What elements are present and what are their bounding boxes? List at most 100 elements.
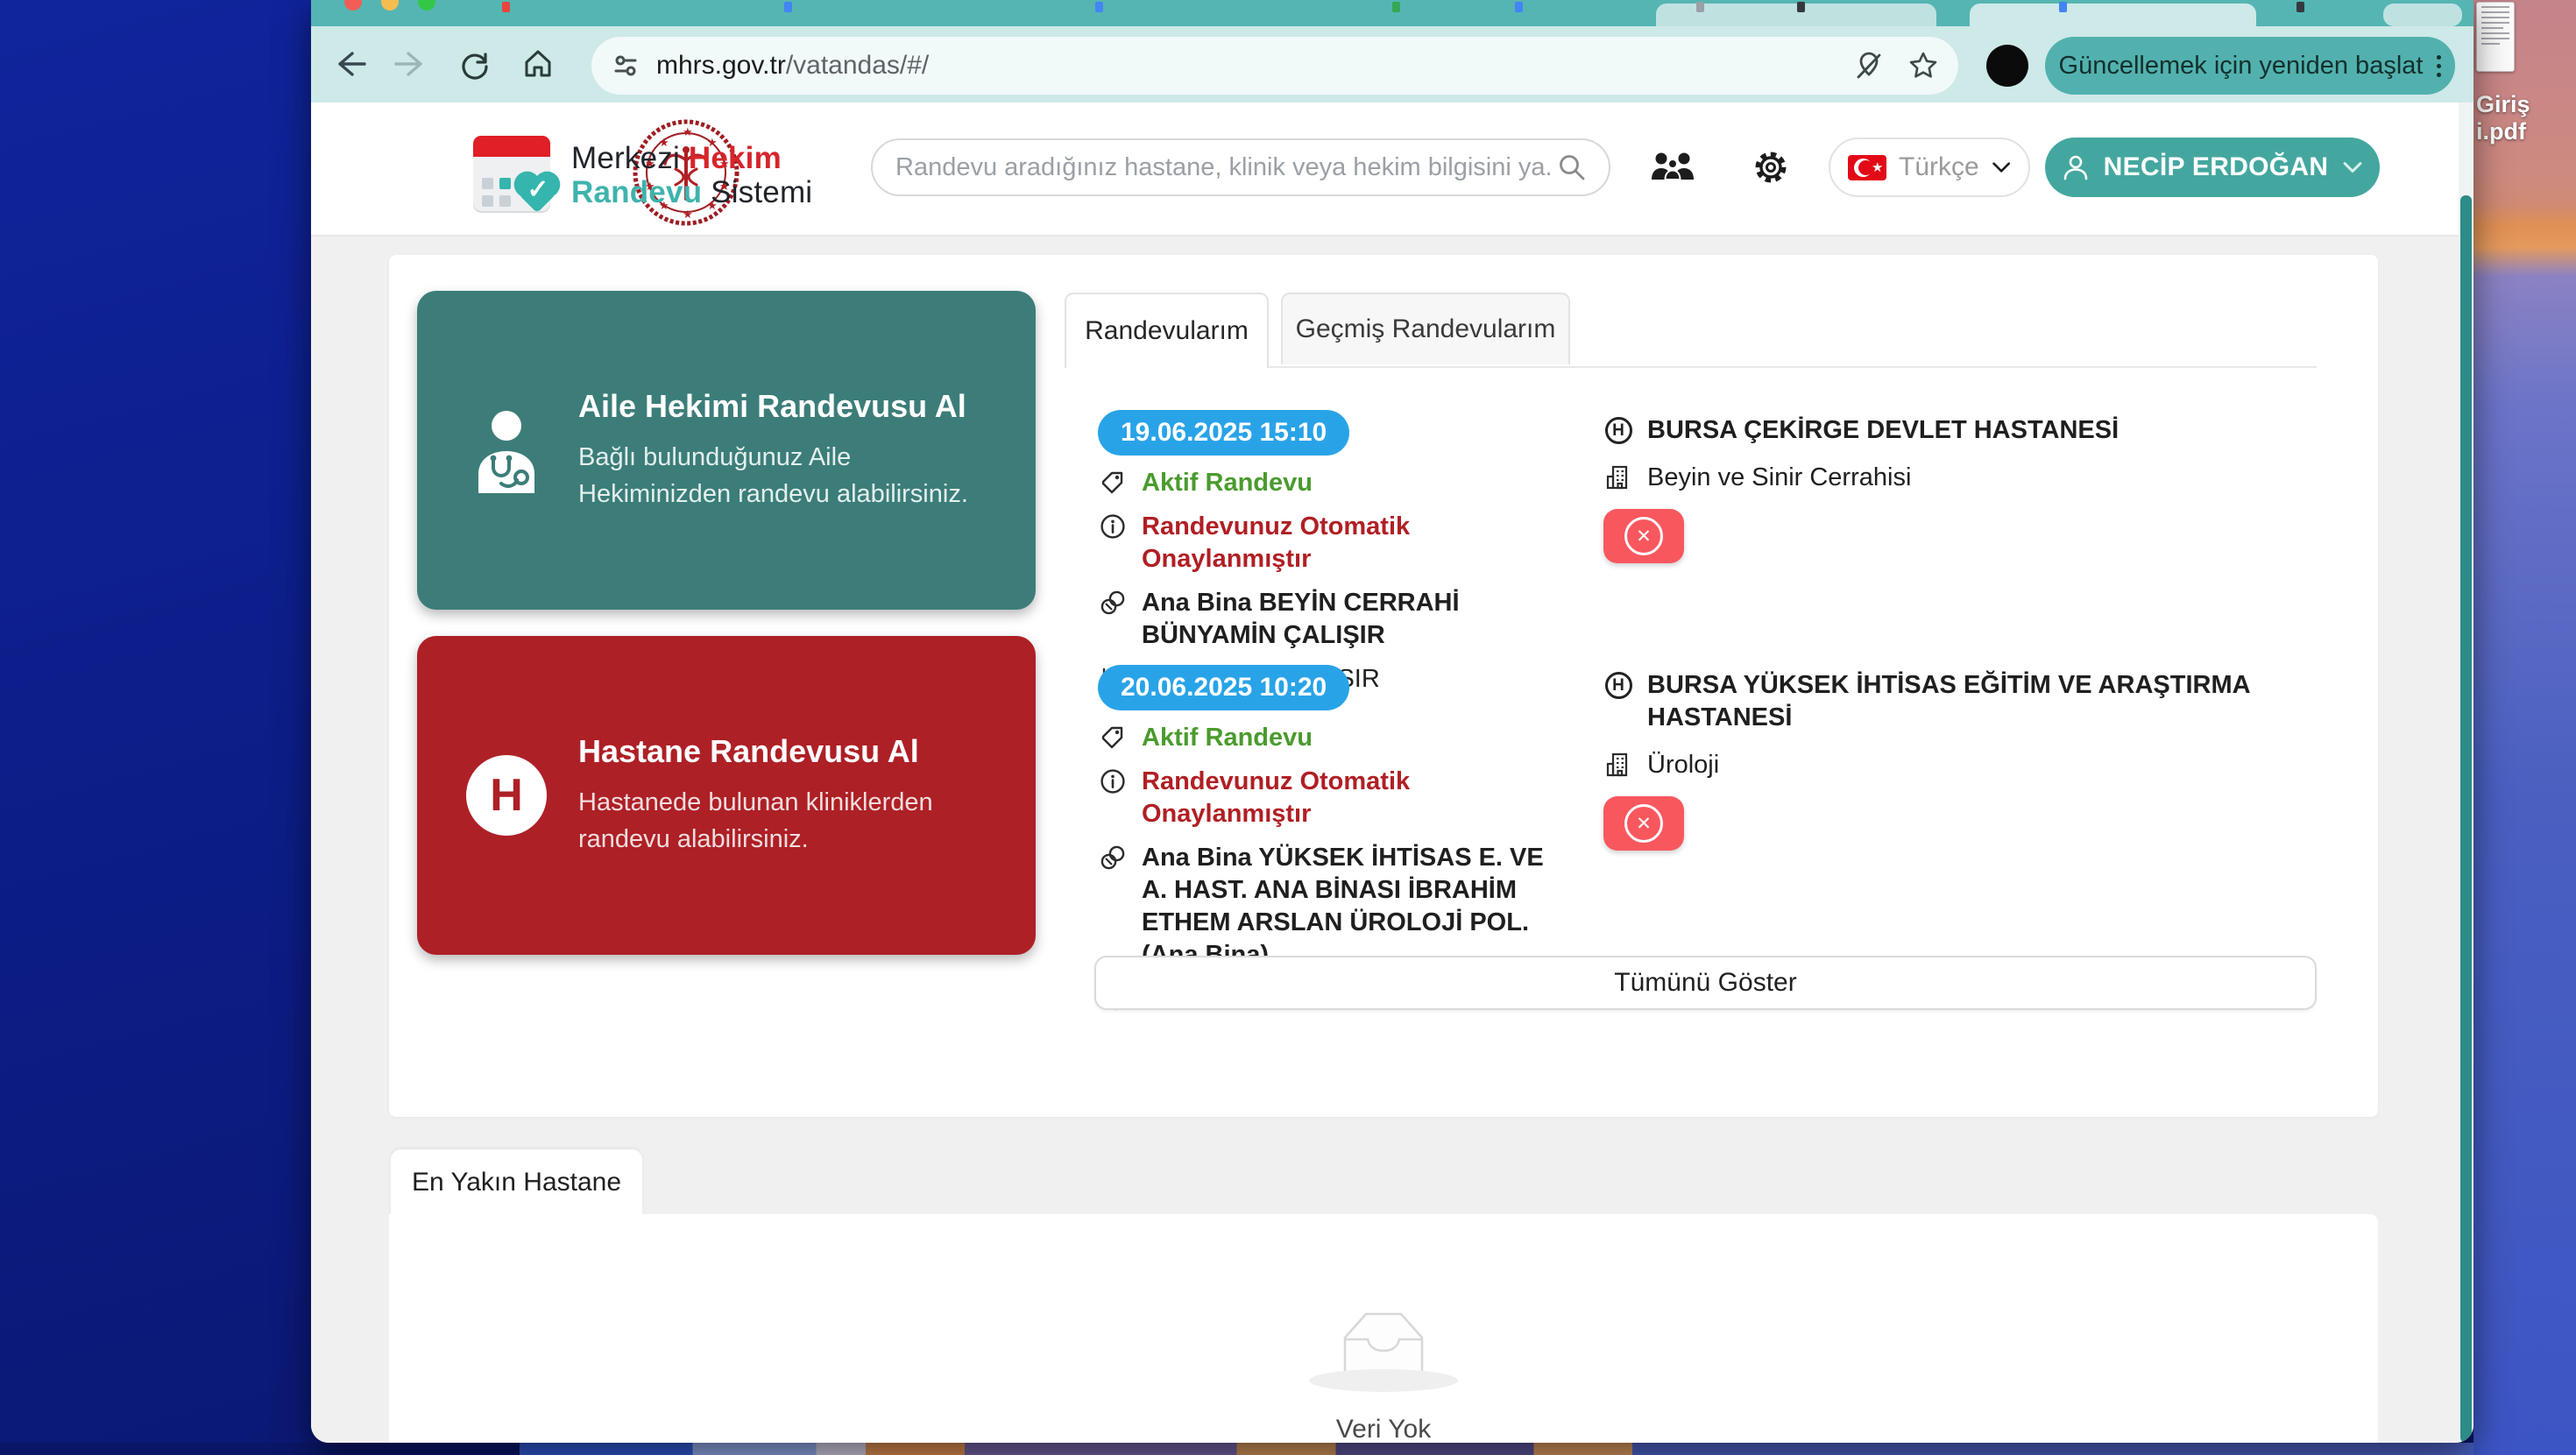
- card-description: Bağlı bulunduğunuz Aile Hekiminizden ran…: [578, 439, 999, 512]
- desktop-pdf-file[interactable]: Giriş i.pdf: [2476, 2, 2576, 145]
- card-title: Hastane Randevusu Al: [578, 733, 999, 770]
- browser-profile-avatar[interactable]: [1986, 45, 2028, 87]
- empty-state: Veri Yok: [389, 1214, 2378, 1443]
- doctor-icon: [466, 406, 547, 495]
- family-physician-appointment-card[interactable]: Aile Hekimi Randevusu Al Bağlı bulunduğu…: [417, 291, 1036, 610]
- heart-check-icon: ✓: [512, 169, 564, 216]
- hospital-circle-h-icon: H: [1603, 672, 1633, 699]
- macos-close-button[interactable]: [344, 0, 362, 11]
- tab-favicon: [1797, 2, 1805, 12]
- browser-tab-strip[interactable]: [311, 0, 2473, 26]
- reload-button[interactable]: [449, 39, 500, 89]
- building-icon: [1603, 752, 1633, 778]
- appointments-tab-bar: Randevularım Geçmiş Randevularım: [1065, 293, 2317, 368]
- show-all-button[interactable]: Tümünü Göster: [1094, 956, 2317, 1010]
- appointment-item: 19.06.2025 15:10 Aktif Randevu Randevunu…: [1098, 410, 1562, 696]
- tag-icon: [1098, 724, 1128, 751]
- empty-tray-shadow: [1309, 1369, 1458, 1392]
- macos-minimize-button[interactable]: [381, 0, 399, 11]
- url-bar[interactable]: mhrs.gov.tr/vatandas/#/: [591, 37, 1958, 95]
- info-icon: [1098, 768, 1128, 795]
- tab-favicon: [784, 2, 792, 12]
- cancel-x-icon: ✕: [1624, 517, 1663, 555]
- turkish-flag-icon: ★: [1848, 155, 1886, 180]
- search-box[interactable]: [871, 138, 1610, 196]
- department-row: Beyin ve Sinir Cerrahisi: [1603, 462, 2339, 494]
- appointment-hospital-column: H BURSA ÇEKİRGE DEVLET HASTANESİ Beyin v…: [1603, 414, 2339, 563]
- macos-zoom-button[interactable]: [418, 0, 435, 11]
- user-icon: [2062, 153, 2090, 181]
- appointment-approval-row: Randevunuz Otomatik Onaylanmıştır: [1098, 511, 1562, 576]
- appointment-status-row: Aktif Randevu: [1098, 467, 1562, 499]
- browser-menu-icon[interactable]: [2437, 55, 2441, 77]
- settings-gear-icon[interactable]: [1746, 143, 1795, 192]
- mhrs-logo-text: Merkezi Hekim Randevu Sistemi: [571, 141, 812, 209]
- family-members-icon[interactable]: [1648, 143, 1697, 192]
- forward-button[interactable]: [386, 39, 437, 89]
- new-tab-button[interactable]: [2383, 4, 2462, 26]
- tab-past-appointments[interactable]: Geçmiş Randevularım: [1281, 293, 1570, 364]
- cancel-appointment-button[interactable]: ✕: [1603, 796, 1684, 851]
- tag-icon: [1098, 470, 1128, 496]
- nearest-hospital-panel: Veri Yok: [389, 1214, 2378, 1443]
- tab-favicon: [502, 2, 510, 12]
- url-text: mhrs.gov.tr/vatandas/#/: [656, 51, 929, 81]
- site-header: ★★★ ★★★ ★★★★: [311, 102, 2459, 237]
- empty-state-text: Veri Yok: [1336, 1415, 1431, 1443]
- pdf-thumbnail-icon: [2476, 2, 2515, 72]
- info-icon: [1098, 513, 1128, 540]
- appointment-hospital-column: H BURSA YÜKSEK İHTİSAS EĞİTİM VE ARAŞTIR…: [1603, 669, 2339, 851]
- search-icon[interactable]: [1556, 152, 1588, 183]
- language-label: Türkçe: [1899, 152, 1979, 182]
- cancel-appointment-button[interactable]: ✕: [1603, 509, 1684, 563]
- department-row: Üroloji: [1603, 749, 2339, 781]
- hospital-appointment-card[interactable]: H Hastane Randevusu Al Hastanede bulunan…: [417, 636, 1036, 955]
- tab-favicon: [2296, 2, 2304, 12]
- site-info-icon[interactable]: [611, 51, 640, 81]
- user-name-label: NECİP ERDOĞAN: [2104, 152, 2329, 182]
- tab-appointments[interactable]: Randevularım: [1065, 293, 1269, 368]
- user-menu-button[interactable]: NECİP ERDOĞAN: [2045, 138, 2380, 197]
- page-scrollbar[interactable]: [2459, 102, 2473, 1443]
- appointment-clinic-row: Ana Bina BEYİN CERRAHİ BÜNYAMİN ÇALIŞIR: [1098, 587, 1562, 652]
- restart-to-update-button[interactable]: Güncellemek için yeniden başlat: [2045, 37, 2455, 95]
- browser-tab-active[interactable]: [1970, 4, 2256, 26]
- hospital-h-icon: H: [466, 755, 547, 836]
- tab-favicon: [1095, 2, 1103, 12]
- back-button[interactable]: [323, 39, 374, 89]
- home-button[interactable]: [513, 39, 563, 89]
- pin-off-icon[interactable]: [1853, 50, 1885, 81]
- chevron-down-icon: [1992, 159, 2011, 175]
- clinic-icon: [1098, 844, 1128, 871]
- language-selector[interactable]: ★ Türkçe: [1829, 138, 2030, 197]
- tab-favicon: [1696, 2, 1704, 12]
- page-content: ★★★ ★★★ ★★★★: [311, 102, 2459, 1443]
- clinic-icon: [1098, 590, 1128, 616]
- appointment-clinic-row: Ana Bina YÜKSEK İHTİSAS E. VE A. HAST. A…: [1098, 842, 1562, 971]
- tab-favicon: [1392, 2, 1400, 12]
- chevron-down-icon: [2342, 160, 2363, 174]
- svg-text:★: ★: [683, 125, 693, 138]
- hospital-row: H BURSA ÇEKİRGE DEVLET HASTANESİ: [1603, 414, 2339, 447]
- card-description: Hastanede bulunan kliniklerden randevu a…: [578, 784, 999, 858]
- mhrs-logo-icon: ✓: [473, 136, 564, 213]
- appointment-datetime-badge: 20.06.2025 10:20: [1098, 665, 1349, 710]
- search-input[interactable]: [894, 152, 1556, 183]
- scrollbar-thumb[interactable]: [2460, 195, 2472, 1443]
- svg-text:★: ★: [683, 208, 693, 221]
- pdf-file-label: Giriş i.pdf: [2476, 91, 2576, 145]
- desktop-wallpaper-bottom: [0, 1443, 2473, 1455]
- tab-favicon: [1515, 2, 1523, 12]
- restart-button-label: Güncellemek için yeniden başlat: [2059, 52, 2424, 81]
- cancel-x-icon: ✕: [1624, 804, 1663, 843]
- bookmark-star-icon[interactable]: [1907, 50, 1939, 81]
- tab-favicon: [2059, 2, 2067, 12]
- desktop-wallpaper-right: [2473, 0, 2576, 1455]
- appointment-approval-row: Randevunuz Otomatik Onaylanmıştır: [1098, 766, 1562, 830]
- appointment-status-row: Aktif Randevu: [1098, 722, 1562, 754]
- browser-toolbar: mhrs.gov.tr/vatandas/#/ Güncellemek için…: [311, 26, 2473, 102]
- tab-nearest-hospital[interactable]: En Yakın Hastane: [391, 1149, 642, 1216]
- building-icon: [1603, 464, 1633, 491]
- card-title: Aile Hekimi Randevusu Al: [578, 388, 999, 425]
- browser-window: mhrs.gov.tr/vatandas/#/ Güncellemek için…: [311, 0, 2473, 1443]
